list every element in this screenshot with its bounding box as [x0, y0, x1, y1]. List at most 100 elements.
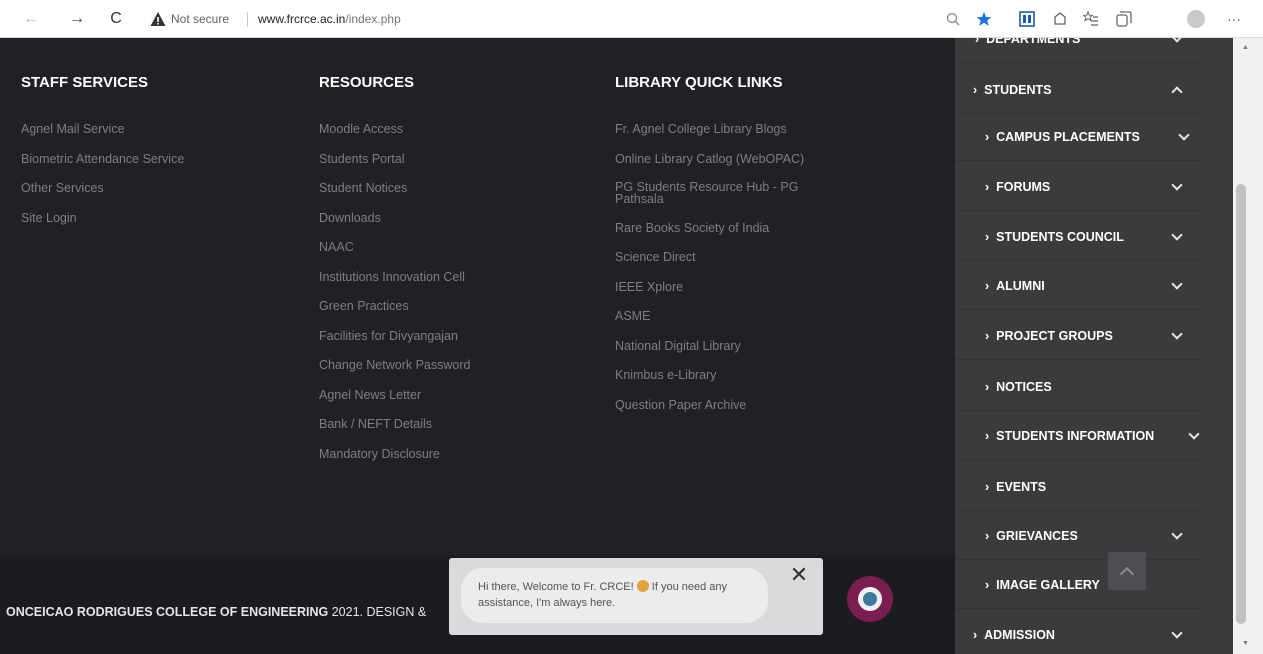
menu-item-students-information[interactable]: › STUDENTS INFORMATION	[955, 413, 1203, 460]
staff-services-list: Agnel Mail Service Biometric Attendance …	[21, 122, 184, 240]
menu-label: › CAMPUS PLACEMENTS	[985, 130, 1140, 144]
copyright-text: ONCEICAO RODRIGUES COLLEGE OF ENGINEERIN…	[6, 605, 426, 619]
menu-label: › FORUMS	[985, 180, 1051, 194]
library-link[interactable]: Fr. Agnel College Library Blogs	[615, 122, 840, 136]
library-link[interactable]: Knimbus e-Library	[615, 368, 840, 382]
staff-services-heading: STAFF SERVICES	[21, 74, 148, 91]
menu-label: › STUDENTS	[973, 83, 1052, 97]
library-link[interactable]: National Digital Library	[615, 339, 840, 353]
back-button[interactable]: ←	[22, 0, 40, 38]
library-heading: LIBRARY QUICK LINKS	[615, 74, 783, 91]
menu-label: › EVENTS	[985, 480, 1047, 494]
page-scrollbar[interactable]: ▲ ▼	[1233, 38, 1263, 654]
menu-item-project-groups[interactable]: › PROJECT GROUPS	[955, 313, 1203, 360]
menu-label: › IMAGE GALLERY	[985, 578, 1100, 592]
library-link[interactable]: Question Paper Archive	[615, 398, 840, 412]
menu-item-campus-placements[interactable]: › CAMPUS PLACEMENTS	[955, 114, 1203, 161]
profile-avatar[interactable]	[1187, 10, 1205, 28]
chevron-down-icon	[1171, 38, 1183, 43]
college-name: ONCEICAO RODRIGUES COLLEGE OF ENGINEERIN…	[6, 605, 329, 619]
more-menu-icon[interactable]: ···	[1224, 0, 1244, 38]
resource-link[interactable]: Mandatory Disclosure	[319, 447, 470, 461]
chatbot-avatar-icon	[858, 587, 882, 611]
menu-label: › ADMISSION	[973, 628, 1055, 642]
resource-link[interactable]: Students Portal	[319, 152, 470, 166]
address-divider	[247, 12, 248, 27]
menu-item-admission[interactable]: › ADMISSION	[955, 612, 1203, 654]
chevron-down-icon	[1171, 627, 1183, 639]
menu-label: › ALUMNI	[985, 279, 1045, 293]
chevron-down-icon	[1178, 129, 1190, 141]
chevron-down-icon	[1171, 328, 1183, 340]
menu-item-alumni[interactable]: › ALUMNI	[955, 263, 1203, 310]
chevron-down-icon	[1171, 179, 1183, 191]
library-link[interactable]: Science Direct	[615, 250, 840, 264]
staff-link[interactable]: Agnel Mail Service	[21, 122, 184, 136]
menu-label: › STUDENTS COUNCIL	[985, 230, 1124, 244]
favorites-list-icon[interactable]	[1083, 11, 1099, 27]
menu-item-image-gallery[interactable]: › IMAGE GALLERY	[955, 562, 1203, 609]
scroll-down-arrow-icon[interactable]: ▼	[1242, 640, 1249, 647]
chat-popup: Hi there, Welcome to Fr. CRCE! If you ne…	[449, 558, 823, 635]
library-link[interactable]: Online Library Catlog (WebOPAC)	[615, 152, 840, 166]
menu-label: › STUDENTS INFORMATION	[985, 429, 1155, 443]
chat-message: Hi there, Welcome to Fr. CRCE! If you ne…	[461, 568, 768, 623]
extension-puzzle-icon[interactable]	[1052, 11, 1068, 27]
scroll-to-top-button[interactable]	[1108, 552, 1146, 590]
browser-toolbar: ← → C Not secure www.frcrce.ac.in/index.…	[0, 0, 1263, 38]
close-icon[interactable]: ✕	[789, 564, 809, 586]
staff-link[interactable]: Biometric Attendance Service	[21, 152, 184, 166]
resource-link[interactable]: Student Notices	[319, 181, 470, 195]
menu-item-notices[interactable]: › NOTICES	[955, 364, 1203, 411]
sidebar-menu: › DEPARTMENTS › STUDENTS › CAMPUS PLACEM…	[955, 38, 1233, 654]
resource-link[interactable]: Green Practices	[319, 299, 470, 313]
menu-item-departments[interactable]: › DEPARTMENTS	[955, 38, 1203, 63]
library-link[interactable]: ASME	[615, 309, 840, 323]
security-label[interactable]: Not secure	[171, 0, 229, 38]
resources-list: Moodle Access Students Portal Student No…	[319, 122, 470, 476]
copyright-suffix: 2021. DESIGN &	[328, 605, 427, 619]
menu-label: › GRIEVANCES	[985, 529, 1078, 543]
menu-item-events[interactable]: › EVENTS	[955, 464, 1203, 511]
reading-view-icon[interactable]	[1019, 11, 1035, 27]
chevron-down-icon	[1171, 229, 1183, 241]
chevron-down-icon	[1171, 278, 1183, 290]
collections-icon[interactable]	[1116, 11, 1132, 27]
menu-label: › NOTICES	[985, 380, 1052, 394]
waving-hand-icon	[636, 580, 649, 592]
resource-link[interactable]: NAAC	[319, 240, 470, 254]
menu-label: › PROJECT GROUPS	[985, 329, 1113, 343]
menu-item-students[interactable]: › STUDENTS	[955, 67, 1203, 114]
library-link[interactable]: PG Students Resource Hub - PG Pathsala	[615, 181, 840, 206]
reload-button[interactable]: C	[106, 0, 126, 38]
resource-link[interactable]: Downloads	[319, 211, 470, 225]
resource-link[interactable]: Institutions Innovation Cell	[319, 270, 470, 284]
address-bar[interactable]: www.frcrce.ac.in/index.php	[258, 0, 401, 38]
resource-link[interactable]: Agnel News Letter	[319, 388, 470, 402]
menu-item-students-council[interactable]: › STUDENTS COUNCIL	[955, 214, 1203, 261]
chevron-down-icon	[1188, 428, 1200, 440]
url-domain: www.frcrce.ac.in	[258, 12, 346, 26]
url-path: /index.php	[345, 12, 401, 26]
forward-button[interactable]: →	[66, 0, 88, 38]
resource-link[interactable]: Bank / NEFT Details	[319, 417, 470, 431]
library-link[interactable]: Rare Books Society of India	[615, 221, 840, 235]
staff-link[interactable]: Other Services	[21, 181, 184, 195]
scroll-up-arrow-icon[interactable]: ▲	[1242, 44, 1249, 51]
menu-label: › DEPARTMENTS	[975, 38, 1081, 46]
menu-item-grievances[interactable]: › GRIEVANCES	[955, 513, 1203, 560]
chat-launcher-button[interactable]	[847, 576, 893, 622]
staff-link[interactable]: Site Login	[21, 211, 184, 225]
chevron-down-icon	[1171, 528, 1183, 540]
warning-icon[interactable]	[150, 11, 166, 27]
library-link[interactable]: IEEE Xplore	[615, 280, 840, 294]
favorite-star-icon[interactable]	[976, 11, 992, 27]
chevron-up-icon	[1171, 86, 1183, 98]
menu-item-forums[interactable]: › FORUMS	[955, 164, 1203, 211]
library-list: Fr. Agnel College Library Blogs Online L…	[615, 122, 840, 427]
resource-link[interactable]: Facilities for Divyangajan	[319, 329, 470, 343]
resource-link[interactable]: Change Network Password	[319, 358, 470, 372]
scrollbar-thumb[interactable]	[1236, 184, 1246, 624]
resource-link[interactable]: Moodle Access	[319, 122, 470, 136]
zoom-icon[interactable]	[946, 12, 960, 26]
